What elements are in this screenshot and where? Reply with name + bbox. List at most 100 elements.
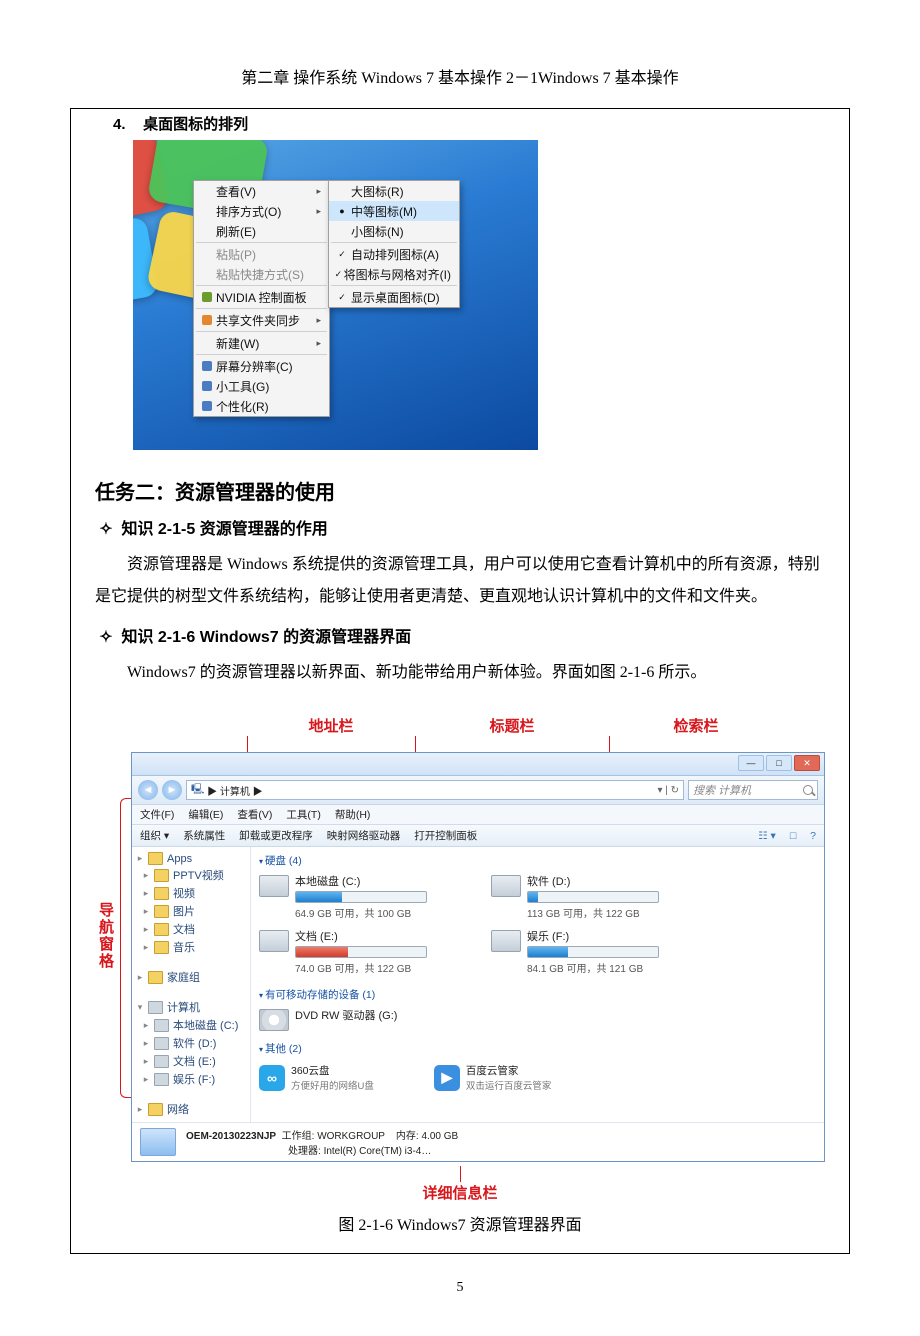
pane-icon[interactable]: □ [790,830,796,842]
back-button[interactable]: ◄ [138,780,158,800]
nav-item[interactable]: ▾计算机 [136,998,246,1016]
titlebar: — □ ✕ [132,753,824,776]
menu-item[interactable]: 屏幕分辨率(C) [194,356,329,376]
fwd-button[interactable]: ► [162,780,182,800]
drive[interactable]: 文档 (E:)74.0 GB 可用，共 122 GB [259,928,459,975]
nav-item[interactable]: ▸软件 (D:) [136,1034,246,1052]
minimize-button[interactable]: — [738,755,764,771]
toolbar[interactable]: 组织 ▾ 系统属性卸载或更改程序映射网络驱动器打开控制面板 ☷ ▾ □? [132,825,824,847]
nav-item[interactable]: ▸本地磁盘 (C:) [136,1016,246,1034]
k215-heading: ✧ 知识 2-1-5 资源管理器的作用 [95,515,825,539]
content-frame: 4. 桌面图标的排列 查看(V)▸排序方式(O)▸刷新(E) 粘贴(P)粘贴快捷方… [70,108,850,1254]
drive[interactable]: 本地磁盘 (C:)64.9 GB 可用，共 100 GB [259,873,459,920]
nav-item[interactable]: ▸文档 [136,920,246,938]
label-nav: 导航窗格 [95,752,120,1162]
k215-title: 知识 2-1-5 资源管理器的作用 [121,521,327,538]
k216-title: 知识 2-1-6 Windows7 的资源管理器界面 [121,629,411,646]
nav-item[interactable]: ▸文档 (E:) [136,1052,246,1070]
search-icon [803,785,813,795]
other-app[interactable]: ▶百度云管家双击运行百度云管家 [434,1063,552,1092]
details-pane: OEM-20130223NJP 工作组: WORKGROUP 内存: 4.00 … [132,1122,824,1161]
view-icon[interactable]: ☷ ▾ [758,830,776,842]
tool-item[interactable]: 组织 ▾ [140,828,169,843]
nav-item[interactable]: ▸网络 [136,1100,246,1118]
search-input[interactable]: 搜索 计算机 [688,780,818,800]
nav-item[interactable]: ▸图片 [136,902,246,920]
diamond-icon: ✧ [95,627,117,647]
breadcrumb: ▶ 计算机 ▶ [207,783,263,798]
tool-item[interactable]: 卸载或更改程序 [239,828,313,843]
dvd-icon [259,1009,289,1031]
host-name: OEM-20130223NJP [186,1131,276,1142]
close-button[interactable]: ✕ [794,755,820,771]
tool-item[interactable]: 打开控制面板 [414,828,477,843]
section-num: 4. [113,116,139,133]
menu-bar[interactable]: 文件(F) 编辑(E) 查看(V) 工具(T) 帮助(H) [132,805,824,825]
menu-item[interactable]: 查看(V)▸ [194,181,329,201]
computer-icon: 🖳 [191,782,204,799]
address-bar-row: ◄ ► 🖳 ▶ 计算机 ▶ ▾ | ↻ 搜索 计算机 [132,776,824,805]
app-icon: ∞ [259,1065,285,1091]
menu-item[interactable]: 编辑(E) [188,807,223,822]
menu-item[interactable]: 小工具(G) [194,376,329,396]
search-placeholder: 搜索 计算机 [693,782,751,798]
menu-item[interactable]: 查看(V) [237,807,272,822]
label-search: 检索栏 [673,718,718,735]
k216-heading: ✧ 知识 2-1-6 Windows7 的资源管理器界面 [95,623,825,647]
drive[interactable]: 软件 (D:)113 GB 可用，共 122 GB [491,873,691,920]
group-removable: ▾有可移动存储的设备 (1) [259,985,816,1005]
menu-item[interactable]: 大图标(R) [329,181,459,201]
context-menu-main[interactable]: 查看(V)▸排序方式(O)▸刷新(E) 粘贴(P)粘贴快捷方式(S) NVIDIA … [193,180,330,417]
menu-item[interactable]: ●中等图标(M) [329,201,459,221]
group-hdd: ▾硬盘 (4) [259,851,816,871]
menu-item[interactable]: 小图标(N) [329,221,459,241]
drive-icon [491,930,521,952]
desktop-context-screenshot: 查看(V)▸排序方式(O)▸刷新(E) 粘贴(P)粘贴快捷方式(S) NVIDIA … [133,140,538,450]
menu-item[interactable]: 刷新(E) [194,221,329,241]
nav-item[interactable]: ▸家庭组 [136,968,246,986]
other-app[interactable]: ∞360云盘方便好用的网络U盘 [259,1063,374,1092]
nav-pane[interactable]: ▸Apps▸PPTV视频▸视频▸图片▸文档▸音乐 ▸家庭组 ▾计算机▸本地磁盘 (C… [132,847,251,1122]
nav-item[interactable]: ▸娱乐 (F:) [136,1070,246,1088]
menu-item[interactable]: 粘贴快捷方式(S) [194,264,329,284]
tool-item[interactable]: 系统属性 [183,828,225,843]
menu-item[interactable]: ✓自动排列图标(A) [329,244,459,264]
menu-item[interactable]: 工具(T) [286,807,320,822]
menu-item[interactable]: NVIDIA 控制面板 [194,287,329,307]
other-apps: ∞360云盘方便好用的网络U盘 ▶百度云管家双击运行百度云管家 [259,1063,816,1092]
menu-item[interactable]: 个性化(R) [194,396,329,416]
app-icon: ▶ [434,1065,460,1091]
drives: 本地磁盘 (C:)64.9 GB 可用，共 100 GB 软件 (D:)113 G… [259,873,816,975]
menu-item[interactable]: 文件(F) [140,807,174,822]
menu-item[interactable]: 帮助(H) [335,807,371,822]
context-submenu-view[interactable]: 大图标(R)●中等图标(M)小图标(N) ✓自动排列图标(A)✓将图标与网格对齐(… [328,180,460,308]
k216-body: Windows7 的资源管理器以新界面、新功能带给用户新体验。界面如图 2-1-… [95,657,825,689]
menu-item[interactable]: 新建(W)▸ [194,333,329,353]
label-detail: 详细信息栏 [95,1166,825,1203]
menu-item[interactable]: 排序方式(O)▸ [194,201,329,221]
maximize-button[interactable]: □ [766,755,792,771]
drive-icon [491,875,521,897]
nav-item[interactable]: ▸PPTV视频 [136,866,246,884]
figure-caption: 图 2-1-6 Windows7 资源管理器界面 [95,1211,825,1235]
page-number: 5 [70,1280,850,1296]
menu-item[interactable]: 粘贴(P) [194,244,329,264]
explorer-top-labels: 地址栏 标题栏 检索栏 [95,715,825,752]
content-pane: ▾硬盘 (4) 本地磁盘 (C:)64.9 GB 可用，共 100 GB 软件 (… [251,847,824,1122]
address-bar[interactable]: 🖳 ▶ 计算机 ▶ ▾ | ↻ [186,780,684,800]
page-header: 第二章 操作系统 Windows 7 基本操作 2－1Windows 7 基本操… [70,64,850,88]
drive-icon [259,930,289,952]
drive[interactable]: 娱乐 (F:)84.1 GB 可用，共 121 GB [491,928,691,975]
menu-item[interactable]: ✓将图标与网格对齐(I) [329,264,459,284]
nav-item[interactable]: ▸Apps [136,851,246,866]
section-4-heading: 4. 桌面图标的排列 [113,113,825,134]
help-icon[interactable]: ? [810,830,816,842]
tool-item[interactable]: 映射网络驱动器 [327,828,401,843]
nav-item[interactable]: ▸音乐 [136,938,246,956]
dvd-label: DVD RW 驱动器 (G:) [295,1007,397,1023]
menu-item[interactable]: ✓显示桌面图标(D) [329,287,459,307]
menu-item[interactable]: 共享文件夹同步▸ [194,310,329,330]
dvd-drive[interactable]: DVD RW 驱动器 (G:) [259,1007,459,1031]
nav-item[interactable]: ▸视频 [136,884,246,902]
task2-heading: 任务二：资源管理器的使用 [95,476,825,505]
